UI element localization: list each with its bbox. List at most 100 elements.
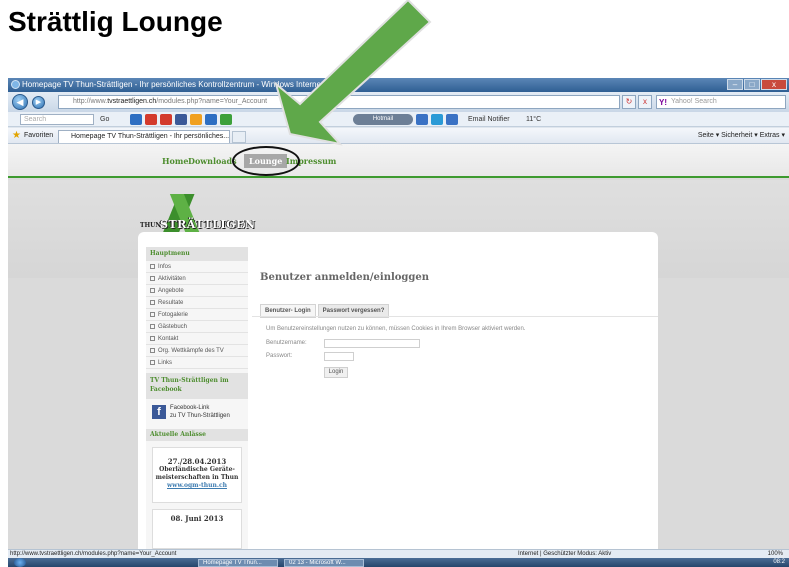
facebook-link-line1: Facebook-Link [170, 405, 210, 411]
toolbar-icon-image[interactable] [220, 114, 232, 125]
toolbar-icon-facebook[interactable] [175, 114, 187, 125]
forward-button[interactable]: ▶ [32, 96, 45, 109]
menu-item-gaestebuch[interactable]: Gästebuch [146, 321, 248, 333]
address-field[interactable]: http://www.tvstraettligen.ch/modules.php… [58, 95, 620, 109]
box-icon [150, 359, 155, 365]
menu-item-label: Infos [158, 264, 172, 270]
menu-item-fotogalerie[interactable]: Fotogalerie [146, 309, 248, 321]
username-label: Benutzername: [266, 340, 307, 346]
new-tab-button[interactable] [232, 131, 246, 143]
toolbar-icon-youtube[interactable] [145, 114, 157, 125]
main-menu-heading: Hauptmenu [146, 247, 248, 261]
browser-window: Homepage TV Thun-Strättligen - Ihr persö… [8, 78, 789, 567]
menu-item-aktivitaeten[interactable]: Aktivitäten [146, 273, 248, 285]
internet-explorer-icon [11, 80, 20, 89]
toolbar-icon-skype[interactable] [431, 114, 443, 125]
taskbar-item-word[interactable]: 02 13 - Microsoft W... [284, 559, 364, 567]
event-card-1: 27./28.04.2013 Oberländische Geräte- mei… [152, 447, 242, 503]
toolbar-search-input[interactable]: Search [20, 114, 94, 125]
login-button[interactable]: Login [324, 367, 348, 378]
menu-item-label: Aktivitäten [158, 276, 186, 282]
menu-item-links[interactable]: Links [146, 357, 248, 369]
yahoo-icon: Y! [659, 98, 667, 107]
menu-item-label: Gästebuch [158, 324, 188, 330]
window-title: Homepage TV Thun-Strättligen - Ihr persö… [22, 80, 346, 89]
nav-home[interactable]: Home [162, 156, 188, 166]
start-button[interactable] [14, 558, 26, 567]
temperature-widget[interactable]: 11°C [526, 112, 541, 127]
address-prefix: http://www. [73, 98, 108, 105]
browser-tab-active[interactable]: Homepage TV Thun-Strättligen - Ihr persö… [58, 130, 230, 143]
login-page-title: Benutzer anmelden/einloggen [260, 272, 430, 283]
cookie-note: Um Benutzereinstellungen nutzen zu könne… [266, 326, 526, 332]
event1-date: 27./28.04.2013 [167, 457, 227, 466]
addon-toolbar: Search Go Hotmail Email Notifier 11°C [8, 112, 789, 127]
event-card-2: 08. Juni 2013 [152, 509, 242, 549]
document-title: Strättlig Lounge [8, 6, 223, 37]
nav-downloads[interactable]: Downloads [188, 156, 237, 166]
favorites-star-icon: ★ [12, 130, 21, 141]
menu-item-label: Angebote [158, 288, 184, 294]
box-icon [150, 275, 155, 281]
box-icon [150, 347, 155, 353]
address-toolbar: ◀ ▶ http://www.tvstraettligen.ch/modules… [8, 92, 789, 112]
box-icon [150, 287, 155, 293]
menu-item-wettkaempfe[interactable]: Org. Wettkämpfe des TV [146, 345, 248, 357]
window-controls: – □ x [727, 79, 787, 90]
menu-item-label: Kontakt [158, 336, 179, 342]
event1-line1: Oberländische Geräte- [159, 466, 235, 473]
favorites-bar: ★ Favoriten Homepage TV Thun-Strättligen… [8, 128, 789, 144]
toolbar-icon-messenger[interactable] [416, 114, 428, 125]
status-bar: http://www.tvstraettligen.ch/modules.php… [8, 549, 789, 558]
window-titlebar: Homepage TV Thun-Strättligen - Ihr persö… [8, 78, 789, 92]
address-path: /modules.php?name=Your_Account [156, 98, 268, 105]
facebook-link-box[interactable]: f Facebook-Link zu TV Thun-Strättligen [146, 399, 248, 427]
address-domain: tvstraettligen.ch [107, 98, 157, 105]
toolbar-icon-calendar[interactable] [160, 114, 172, 125]
minimize-button[interactable]: – [727, 79, 743, 90]
toolbar-icon-ebay[interactable] [205, 114, 217, 125]
username-input[interactable] [324, 339, 420, 348]
toolbar-icon-weather[interactable] [190, 114, 202, 125]
sidebar: Hauptmenu Infos Aktivitäten Angebote Res… [146, 247, 248, 549]
menu-item-infos[interactable]: Infos [146, 261, 248, 273]
logo-text-straettligen: STRÄTTLIGEN [160, 218, 256, 231]
system-clock: 08:2 [773, 559, 785, 565]
hotmail-pill[interactable]: Hotmail [353, 114, 413, 125]
facebook-icon: f [152, 405, 166, 419]
menu-item-kontakt[interactable]: Kontakt [146, 333, 248, 345]
taskbar-item-ie[interactable]: Homepage TV Thun... [198, 559, 278, 567]
command-bar-tools[interactable]: Seite ▾ Sicherheit ▾ Extras ▾ [698, 128, 785, 144]
back-button[interactable]: ◀ [12, 94, 28, 110]
close-button[interactable]: x [761, 79, 787, 90]
facebook-link-text[interactable]: Facebook-Link zu TV Thun-Strättligen [170, 404, 230, 420]
menu-item-label: Org. Wettkämpfe des TV [158, 348, 224, 354]
menu-item-label: Resultate [158, 300, 184, 306]
facebook-link-line2: zu TV Thun-Strättligen [170, 413, 230, 419]
toolbar-icon-mail[interactable] [130, 114, 142, 125]
events-heading: Aktuelle Anlässe [146, 429, 248, 441]
facebook-heading: TV Thun-Strättligen im Facebook [146, 373, 248, 399]
menu-item-label: Fotogalerie [158, 312, 189, 318]
refresh-button[interactable]: ↻ [622, 95, 636, 109]
password-input[interactable] [324, 352, 354, 361]
yahoo-search-field[interactable]: Y! Yahoo! Search [656, 95, 786, 109]
menu-item-resultate[interactable]: Resultate [146, 297, 248, 309]
event1-link[interactable]: www.ogm-thun.ch [153, 482, 241, 490]
favorites-button[interactable]: Favoriten [24, 128, 53, 144]
menu-item-label: Links [158, 360, 173, 366]
screenshot-root: Strättlig Lounge Homepage TV Thun-Strätt… [0, 0, 789, 567]
windows-taskbar: Homepage TV Thun... 02 13 - Microsoft W.… [8, 558, 789, 567]
yahoo-search-placeholder: Yahoo! Search [671, 98, 717, 105]
toolbar-icons [130, 114, 232, 125]
email-notifier[interactable]: Email Notifier [468, 112, 510, 127]
toolbar-go-button[interactable]: Go [100, 112, 109, 127]
box-icon [150, 299, 155, 305]
stop-button[interactable]: x [638, 95, 652, 109]
address-actions: ↻ x [622, 95, 652, 109]
maximize-button[interactable]: □ [744, 79, 760, 90]
web-page: Home Downloads Lounge Impressum THUN STR… [8, 144, 789, 549]
toolbar-icon-notes[interactable] [446, 114, 458, 125]
menu-item-angebote[interactable]: Angebote [146, 285, 248, 297]
event1-line2: meisterschaften in Thun [155, 474, 239, 481]
